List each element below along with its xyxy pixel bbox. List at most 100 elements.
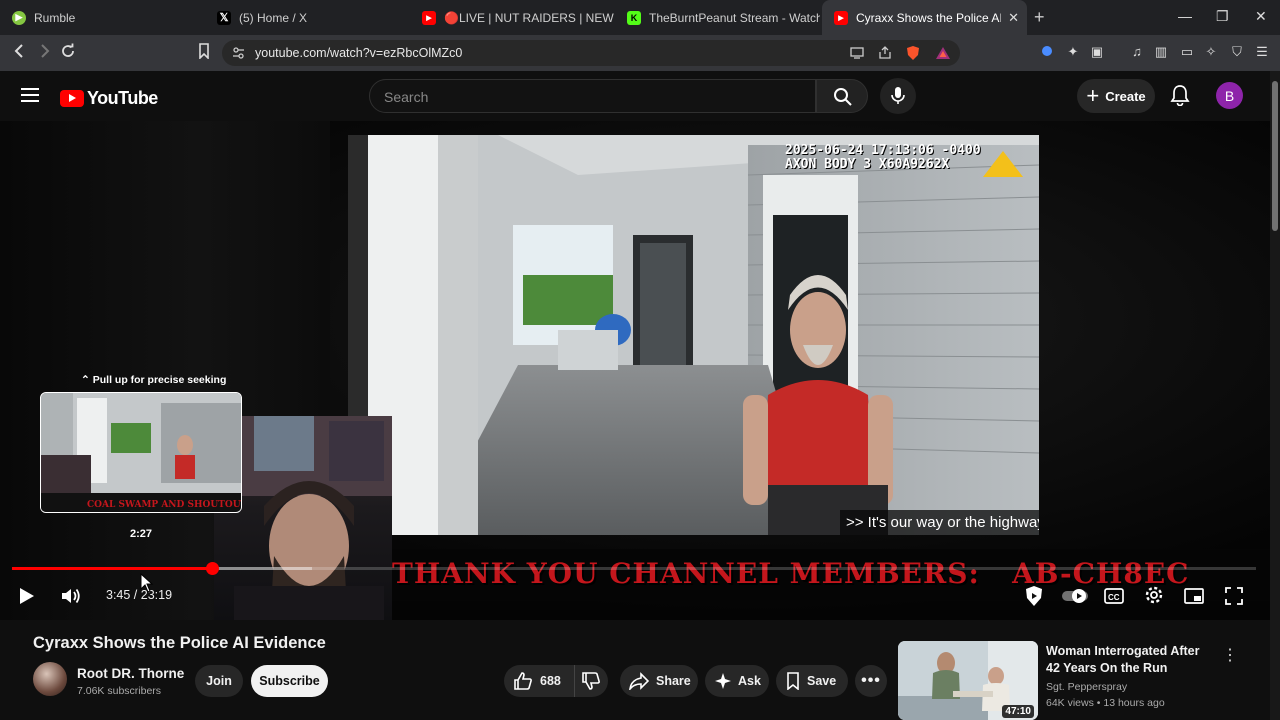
tab-rumble[interactable]: ▶ Rumble <box>0 0 205 35</box>
plus-icon: + <box>1086 83 1100 108</box>
close-tab-icon[interactable]: ✕ <box>1008 10 1019 26</box>
screenshot-icon[interactable]: ▣ <box>1089 44 1105 60</box>
youtube-icon: ▶ <box>834 10 848 25</box>
thumbs-down-icon <box>581 671 601 691</box>
tab-title: 🔴LIVE | NUT RAIDERS | NEW YEAR ! <box>444 10 615 25</box>
settings-button[interactable] <box>1144 585 1164 610</box>
url-text: youtube.com/watch?v=ezRbcOlMZc0 <box>255 46 463 60</box>
scrollbar-thumb[interactable] <box>1272 81 1278 231</box>
create-button[interactable]: + Create <box>1077 79 1155 113</box>
recommended-video-title[interactable]: Woman Interrogated After 42 Years On the… <box>1046 643 1216 677</box>
video-title: Cyraxx Shows the Police AI Evidence <box>33 634 326 652</box>
svg-text:COAL SWAMP AND SHOUTOUTS: COAL SWAMP AND SHOUTOUTS <box>87 500 242 510</box>
sidebar-icon[interactable]: ▥ <box>1153 44 1169 60</box>
subscriber-count: 7.06K subscribers <box>77 685 162 697</box>
browser-menu-icon[interactable]: ☰ <box>1254 44 1270 60</box>
share-icon <box>629 672 649 690</box>
more-vertical-icon[interactable]: ⋮ <box>1222 645 1238 665</box>
volume-icon <box>62 588 80 604</box>
autoplay-toggle[interactable] <box>1062 588 1088 609</box>
seek-preview-thumbnail: COAL SWAMP AND SHOUTOUTS <box>40 392 242 513</box>
save-button[interactable]: Save <box>776 665 848 697</box>
forward-icon[interactable] <box>38 43 52 64</box>
search-button[interactable] <box>816 79 868 113</box>
address-bar[interactable]: youtube.com/watch?v=ezRbcOlMZc0 <box>222 40 960 66</box>
share-button[interactable]: Share <box>620 665 698 697</box>
close-icon[interactable]: ✕ <box>1255 8 1267 25</box>
wallet-icon[interactable]: ▭ <box>1179 44 1195 60</box>
miniplayer-icon <box>1184 588 1204 604</box>
thumbs-up-icon <box>513 671 533 691</box>
tab-title: (5) Home / X <box>239 10 308 25</box>
youtube-icon: ▶ <box>422 10 436 25</box>
fullscreen-icon <box>1225 587 1243 605</box>
sparkle-icon <box>715 673 731 689</box>
chevron-up-icon: ⌃ <box>81 374 90 386</box>
recommended-video-thumbnail[interactable]: 47:10 <box>898 641 1038 720</box>
kick-icon: K <box>627 10 641 25</box>
microphone-icon <box>891 87 905 104</box>
closed-caption: >> It's our way or the highway." Yeah. >… <box>840 510 1039 535</box>
subscribe-button[interactable]: Subscribe <box>251 665 328 697</box>
youtube-play-icon <box>60 90 84 107</box>
bookmark-icon[interactable] <box>197 43 211 64</box>
tab-burntpeanut-stream[interactable]: K TheBurntPeanut Stream - Watch Live <box>615 0 820 35</box>
tab-x-home[interactable]: 𝕏 (5) Home / X <box>205 0 410 35</box>
media-icon[interactable]: ♫ <box>1129 44 1145 60</box>
tab-cyraxx-active[interactable]: ▶ Cyraxx Shows the Police AI Evide ✕ <box>822 0 1027 35</box>
captions-button[interactable]: CC <box>1104 587 1124 610</box>
leo-ai-icon[interactable]: ✧ <box>1203 44 1219 60</box>
sponsorblock-icon <box>1026 586 1042 606</box>
brave-shields-icon[interactable] <box>905 45 921 66</box>
like-button[interactable]: 688 <box>504 665 574 697</box>
sponsorblock-button[interactable] <box>1024 585 1044 612</box>
restore-icon[interactable]: ❐ <box>1216 8 1229 25</box>
site-info-icon[interactable] <box>232 46 245 64</box>
search-input[interactable]: Search <box>369 79 816 113</box>
page-scrollbar[interactable] <box>1270 71 1280 720</box>
back-icon[interactable] <box>12 43 26 64</box>
tab-title: Cyraxx Shows the Police AI Evide <box>856 10 1001 25</box>
captions-icon: CC <box>1104 588 1124 604</box>
new-tab-button[interactable]: + <box>1034 7 1045 28</box>
played-bar <box>12 567 213 570</box>
guide-menu-icon[interactable] <box>21 88 39 102</box>
vpn-shield-icon[interactable]: ⛉ <box>1229 44 1245 60</box>
brave-rewards-icon[interactable] <box>935 45 951 66</box>
more-actions-button[interactable]: ••• <box>855 665 887 697</box>
recommended-video-meta: 64K views • 13 hours ago <box>1046 697 1165 709</box>
cast-icon[interactable] <box>850 46 864 65</box>
volume-button[interactable] <box>60 586 82 611</box>
extension-blue-icon[interactable] <box>1039 44 1055 60</box>
rumble-icon: ▶ <box>12 10 26 25</box>
youtube-logo[interactable]: YouTube <box>60 88 158 109</box>
extensions-puzzle-icon[interactable]: ✦ <box>1065 44 1081 60</box>
join-button[interactable]: Join <box>195 665 243 697</box>
minimize-icon[interactable]: — <box>1178 8 1192 24</box>
youtube-header: YouTube Search + Create B <box>0 71 1280 121</box>
channel-name[interactable]: Root DR. Thorne <box>77 666 184 681</box>
channel-avatar[interactable] <box>33 662 67 696</box>
recommended-channel[interactable]: Sgt. Pepperspray <box>1046 681 1127 693</box>
ask-button[interactable]: Ask <box>705 665 769 697</box>
seek-bar[interactable] <box>12 562 1256 575</box>
play-icon <box>20 588 34 604</box>
play-button[interactable] <box>18 586 36 611</box>
voice-search-button[interactable] <box>880 78 916 114</box>
search-icon <box>834 88 852 106</box>
bookmark-save-icon <box>786 672 800 690</box>
notifications-bell-icon[interactable] <box>1170 84 1190 111</box>
fullscreen-button[interactable] <box>1225 587 1243 610</box>
video-player[interactable]: 2025-06-24 17:13:06 -0400 AXON BODY 3 X6… <box>0 121 1270 620</box>
account-avatar[interactable]: B <box>1216 82 1243 109</box>
settings-icon <box>1145 586 1163 604</box>
more-horizontal-icon: ••• <box>861 672 881 689</box>
reload-icon[interactable] <box>60 43 76 64</box>
seek-preview-time: 2:27 <box>130 528 153 540</box>
dislike-button[interactable] <box>574 665 608 697</box>
tab-nut-raiders-live[interactable]: ▶ 🔴LIVE | NUT RAIDERS | NEW YEAR ! <box>410 0 615 35</box>
svg-text:CC: CC <box>1108 593 1120 602</box>
miniplayer-button[interactable] <box>1184 587 1204 610</box>
x-logo-icon: 𝕏 <box>217 10 231 25</box>
share-page-icon[interactable] <box>878 46 892 65</box>
